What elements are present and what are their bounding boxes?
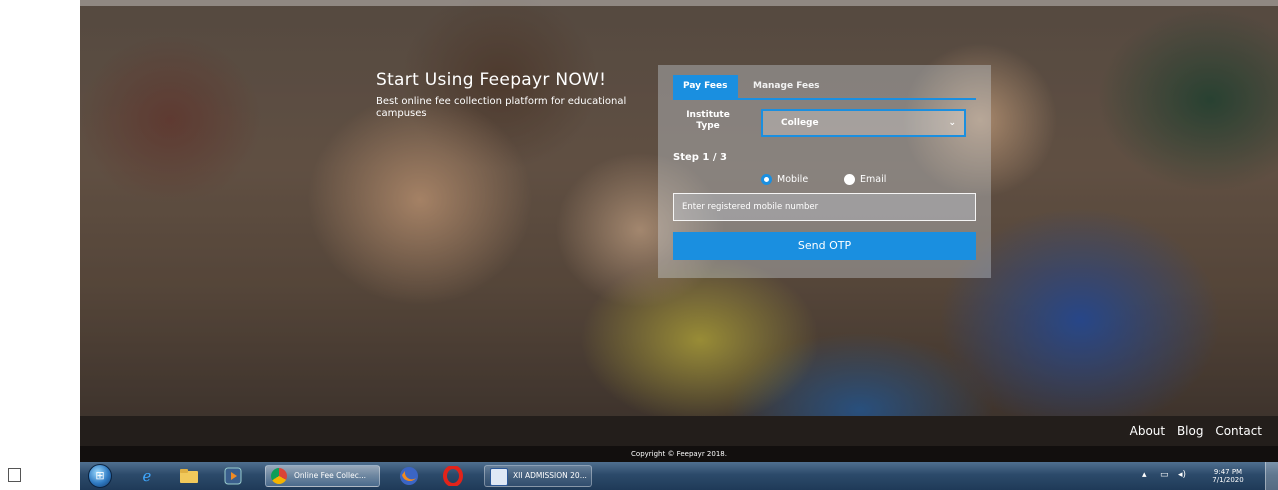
tab-manage-fees[interactable]: Manage Fees xyxy=(743,75,830,98)
form-tabs: Pay Fees Manage Fees xyxy=(673,75,976,100)
send-otp-button[interactable]: Send OTP xyxy=(673,232,976,260)
browser-viewport: Start Using Feepayr NOW! Best online fee… xyxy=(80,0,1278,462)
internet-explorer-icon[interactable]: ℯ xyxy=(136,466,158,486)
tab-pay-fees[interactable]: Pay Fees xyxy=(673,75,738,98)
hero-subtitle: Best online fee collection platform for … xyxy=(376,96,627,119)
network-icon[interactable]: ▭ xyxy=(1160,470,1169,480)
footer-link-blog[interactable]: Blog xyxy=(1177,424,1204,438)
windows-start-icon[interactable]: ⊞ xyxy=(88,464,112,488)
top-strip xyxy=(80,0,1278,6)
footer-links: About Blog Contact xyxy=(1122,424,1262,438)
institute-type-value: College xyxy=(781,118,819,128)
clock-date: 7/1/2020 xyxy=(1212,476,1244,484)
mobile-number-input[interactable]: Enter registered mobile number xyxy=(673,193,976,221)
tray-arrow-icon[interactable]: ▴ xyxy=(1142,470,1147,480)
show-desktop-button[interactable] xyxy=(1265,462,1278,490)
radio-unselected-icon xyxy=(844,174,855,185)
desktop-checkbox[interactable] xyxy=(8,468,21,482)
firefox-icon[interactable] xyxy=(398,466,420,486)
fee-form-card: Pay Fees Manage Fees Institute Type Coll… xyxy=(658,65,991,278)
hero-title: Start Using Feepayr NOW! xyxy=(376,70,607,90)
taskbar: ⊞ ℯ Online Fee Collec... XII ADMISSION 2… xyxy=(80,462,1278,490)
system-tray: ▴ ▭ ◂) 9:47 PM 7/1/2020 xyxy=(1138,462,1248,490)
word-task-label: XII ADMISSION 20... xyxy=(513,471,587,480)
radio-email-label: Email xyxy=(860,174,887,185)
file-explorer-icon[interactable] xyxy=(178,466,200,486)
institute-type-select[interactable]: College ⌄ xyxy=(761,109,966,137)
institute-type-label: Institute Type xyxy=(686,110,730,131)
volume-icon[interactable]: ◂) xyxy=(1178,470,1186,480)
footer-link-contact[interactable]: Contact xyxy=(1215,424,1262,438)
chrome-icon xyxy=(271,468,287,484)
chevron-down-icon: ⌄ xyxy=(948,118,956,128)
footer-bar xyxy=(80,416,1278,446)
clock-time: 9:47 PM xyxy=(1213,468,1243,476)
opera-icon[interactable] xyxy=(442,466,464,486)
system-clock[interactable]: 9:47 PM 7/1/2020 xyxy=(1208,468,1248,484)
copyright-text: Copyright © Feepayr 2018. xyxy=(80,446,1278,462)
step-indicator: Step 1 / 3 xyxy=(673,152,727,163)
taskbar-chrome-task[interactable]: Online Fee Collec... xyxy=(265,465,380,487)
footer-link-about[interactable]: About xyxy=(1130,424,1165,438)
taskbar-word-task[interactable]: XII ADMISSION 20... xyxy=(484,465,592,487)
chrome-task-label: Online Fee Collec... xyxy=(294,471,366,480)
radio-selected-icon xyxy=(761,174,772,185)
radio-mobile-label: Mobile xyxy=(777,174,809,185)
media-player-icon[interactable] xyxy=(222,466,244,486)
word-document-icon xyxy=(490,468,508,486)
